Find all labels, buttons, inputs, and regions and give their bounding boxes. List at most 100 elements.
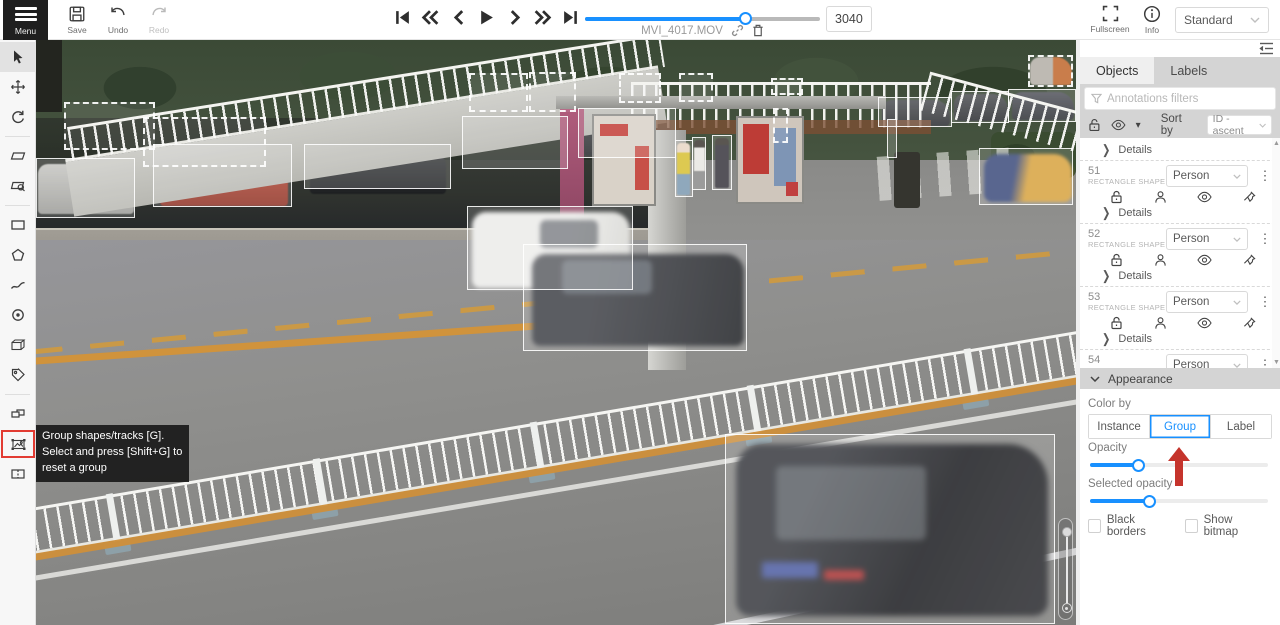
selected-opacity-slider-handle[interactable] <box>1143 495 1156 508</box>
object-details-toggle[interactable]: ❯ Details <box>1088 268 1272 284</box>
color-by-label-btn[interactable]: Label <box>1211 415 1271 438</box>
fullscreen-button[interactable]: Fullscreen <box>1088 3 1132 39</box>
opacity-slider-handle[interactable] <box>1132 459 1145 472</box>
workspace-mode-select[interactable]: Standard <box>1175 7 1269 33</box>
tab-labels[interactable]: Labels <box>1154 57 1223 84</box>
canvas-vertical-slider[interactable] <box>1058 518 1073 620</box>
last-frame-button[interactable] <box>560 4 581 30</box>
annotation-box[interactable] <box>619 73 661 103</box>
show-bitmap-checkbox[interactable] <box>1185 519 1198 533</box>
object-actions-menu[interactable]: ⋮ <box>1258 297 1272 307</box>
draw-polygon-tool[interactable] <box>0 240 36 270</box>
object-label-select[interactable]: Person <box>1166 291 1248 313</box>
hide-all-icon[interactable] <box>1111 119 1126 131</box>
save-button[interactable]: Save <box>55 3 99 39</box>
fit-image-tool[interactable] <box>0 141 36 171</box>
annotation-box[interactable] <box>878 97 952 127</box>
menu-button[interactable]: Menu <box>3 0 48 40</box>
tab-objects[interactable]: Objects <box>1080 57 1154 84</box>
delete-frame-icon[interactable] <box>752 24 764 37</box>
group-tool[interactable] <box>0 429 36 459</box>
color-by-instance[interactable]: Instance <box>1089 415 1150 438</box>
object-hide-icon[interactable] <box>1197 254 1212 266</box>
sidebar-fold-icon[interactable] <box>1259 42 1274 55</box>
object-details-toggle[interactable]: ❯ Details <box>1088 331 1272 347</box>
draw-polyline-tool[interactable] <box>0 270 36 300</box>
link-icon[interactable] <box>731 24 744 37</box>
next-frame-button[interactable] <box>504 4 525 30</box>
draw-points-tool[interactable] <box>0 300 36 330</box>
first-frame-button[interactable] <box>392 4 413 30</box>
color-by-group[interactable]: Group <box>1150 415 1211 438</box>
object-actions-menu[interactable]: ⋮ <box>1258 171 1272 181</box>
object-occluded-icon[interactable] <box>1154 316 1167 330</box>
annotation-box[interactable] <box>679 73 713 102</box>
annotation-box[interactable] <box>462 116 568 169</box>
object-item[interactable]: 54 RECTANGLE SHAPE Person ⋮ <box>1080 350 1280 368</box>
object-hide-icon[interactable] <box>1197 191 1212 203</box>
object-pin-icon[interactable] <box>1243 316 1256 330</box>
annotation-box[interactable] <box>675 140 693 197</box>
split-tool[interactable] <box>0 459 36 489</box>
select-region-tool[interactable] <box>0 171 36 201</box>
play-button[interactable] <box>476 4 497 30</box>
annotation-canvas[interactable]: Group shapes/tracks [G]. Select and pres… <box>36 40 1076 625</box>
object-actions-menu[interactable]: ⋮ <box>1258 234 1272 244</box>
forward-button[interactable] <box>532 4 553 30</box>
annotation-box[interactable] <box>979 148 1073 205</box>
object-hide-icon[interactable] <box>1197 317 1212 329</box>
object-item[interactable]: 52 RECTANGLE SHAPE Person ⋮ <box>1080 224 1280 287</box>
prev-frame-button[interactable] <box>448 4 469 30</box>
frame-number-input[interactable] <box>826 6 872 32</box>
annotation-box[interactable] <box>36 158 135 218</box>
annotation-box[interactable] <box>469 73 528 112</box>
redo-button[interactable]: Redo <box>137 3 181 39</box>
object-pin-icon[interactable] <box>1243 190 1256 204</box>
annotation-box[interactable] <box>578 108 676 158</box>
cursor-tool[interactable] <box>0 42 36 72</box>
annotation-box[interactable] <box>773 108 788 143</box>
lock-all-icon[interactable] <box>1088 118 1101 132</box>
selected-opacity-slider[interactable] <box>1090 494 1270 508</box>
undo-button[interactable]: Undo <box>96 3 140 39</box>
info-button[interactable]: Info <box>1130 3 1174 39</box>
objects-list-scrollbar[interactable]: ▲ ▼ <box>1272 138 1280 368</box>
object-pin-icon[interactable] <box>1243 253 1256 267</box>
annotation-box[interactable] <box>1008 89 1076 122</box>
object-item[interactable]: 50 RECTANGLE SHAPE Person ⋮ <box>1080 138 1280 161</box>
object-occluded-icon[interactable] <box>1154 253 1167 267</box>
object-item[interactable]: 51 RECTANGLE SHAPE Person ⋮ <box>1080 161 1280 224</box>
annotation-box[interactable] <box>725 434 1055 624</box>
annotation-box[interactable] <box>64 102 155 150</box>
object-label-select[interactable]: Person <box>1166 165 1248 187</box>
object-details-toggle[interactable]: ❯ Details <box>1088 142 1272 158</box>
canvas-slider-handle[interactable] <box>1062 527 1072 537</box>
backward-button[interactable] <box>420 4 441 30</box>
draw-cuboid-tool[interactable] <box>0 330 36 360</box>
annotation-box[interactable] <box>771 78 803 95</box>
annotation-box[interactable] <box>712 135 732 190</box>
draw-rectangle-tool[interactable] <box>0 210 36 240</box>
object-item[interactable]: 53 RECTANGLE SHAPE Person ⋮ <box>1080 287 1280 350</box>
object-details-toggle[interactable]: ❯ Details <box>1088 205 1272 221</box>
object-lock-icon[interactable] <box>1110 253 1123 267</box>
merge-tool[interactable] <box>0 399 36 429</box>
annotation-box[interactable] <box>529 72 576 112</box>
object-occluded-icon[interactable] <box>1154 190 1167 204</box>
annotation-box[interactable] <box>143 117 266 167</box>
annotation-box[interactable] <box>523 244 747 351</box>
annotation-box[interactable] <box>692 137 706 190</box>
object-label-select[interactable]: Person <box>1166 228 1248 250</box>
canvas-slider-reset[interactable] <box>1062 603 1072 613</box>
annotations-filter[interactable] <box>1084 87 1276 110</box>
rotate-tool[interactable] <box>0 102 36 132</box>
object-label-select[interactable]: Person <box>1166 354 1248 368</box>
appearance-header[interactable]: Appearance <box>1080 368 1280 389</box>
black-borders-checkbox[interactable] <box>1088 519 1101 533</box>
annotation-box[interactable] <box>304 144 451 189</box>
annotation-box[interactable] <box>1028 55 1073 87</box>
object-actions-menu[interactable]: ⋮ <box>1258 360 1272 368</box>
annotations-filter-input[interactable] <box>1107 93 1269 105</box>
object-lock-icon[interactable] <box>1110 316 1123 330</box>
setup-tag-tool[interactable] <box>0 360 36 390</box>
